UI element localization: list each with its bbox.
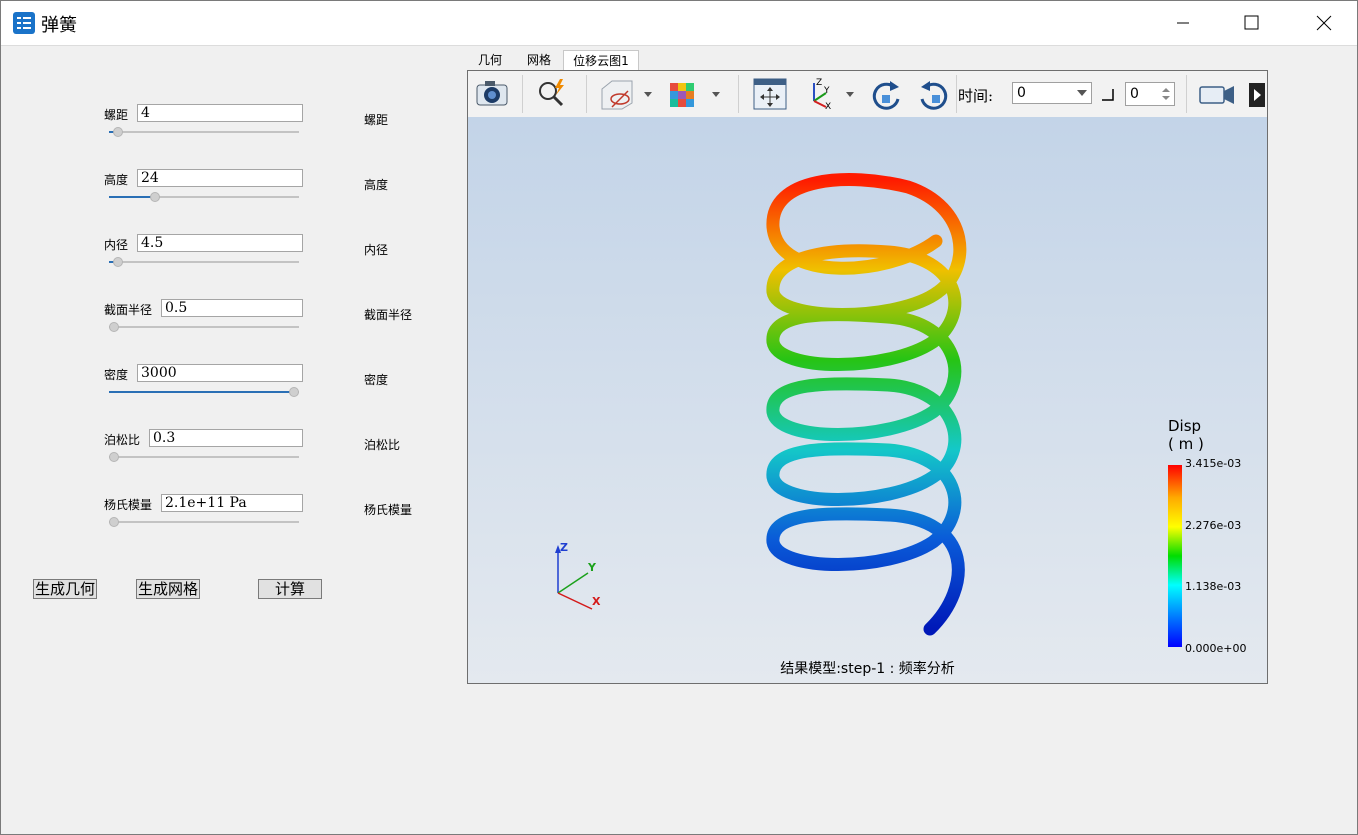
toolbar-separator [738,75,739,113]
poisson-slider[interactable] [109,451,299,463]
tab-geometry[interactable]: 几何 [469,50,511,70]
pitch-label: 螺距 [104,108,129,122]
density-input[interactable]: 3000 [137,364,303,382]
pitch-slider[interactable] [109,126,299,138]
chevron-down-icon [1077,90,1087,96]
close-icon [1316,15,1332,31]
legend-value-min: 0.000e+00 [1185,642,1247,655]
height-input[interactable]: 24 [137,169,303,187]
triad-axes: Z Y X [555,541,601,610]
poisson-side-label: 泊松比 [364,438,401,452]
legend-value-1: 1.138e-03 [1185,580,1242,593]
tab-displacement-contour[interactable]: 位移云图1 [563,50,639,70]
legend-color-bar [1168,465,1182,647]
maximize-icon [1244,15,1259,30]
youngs-modulus-label: 杨氏模量 [104,498,153,512]
toolbar-separator [956,75,957,113]
result-viewer: Z Y X 时间: 0 0 Z Y X Disp (m) 3.415e-03… [467,70,1268,684]
legend-value-2: 2.276e-03 [1185,519,1242,532]
section-radius-label: 截面半径 [104,303,153,317]
step-spinbox[interactable]: 0 [1125,82,1175,106]
generate-mesh-button[interactable]: 生成网格 [136,579,200,599]
youngs-modulus-input[interactable]: 2.1e+11 Pa [161,494,303,512]
zoom-lightning-icon[interactable] [534,77,570,111]
minimize-button[interactable] [1149,1,1217,45]
spring-coil [766,173,967,636]
time-select-value: 0 [1017,85,1026,101]
toolbar-separator [522,75,523,113]
pitch-input[interactable]: 4 [137,104,303,122]
height-slider[interactable] [109,191,299,203]
poisson-input[interactable]: 0.3 [149,429,303,447]
window-title: 弹簧 [41,15,77,36]
title-bar: 弹簧 [1,1,1357,46]
legend-unit: ( m ) [1168,435,1204,453]
step-spinbox-value: 0 [1130,86,1139,102]
cube-color-icon[interactable] [666,77,724,111]
result-caption: 结果模型:step-1 : 频率分析 [780,661,955,677]
density-side-label: 密度 [364,373,389,387]
time-select[interactable]: 0 [1012,82,1092,104]
box-visibility-icon[interactable] [598,77,654,111]
rotate-cw-icon[interactable] [868,77,904,111]
height-side-label: 高度 [364,178,389,192]
density-label: 密度 [104,368,129,382]
checkbox-icon[interactable] [1101,88,1115,102]
video-camera-icon[interactable] [1196,77,1236,111]
camera-icon[interactable] [474,77,510,111]
svg-text:Y: Y [823,86,830,96]
legend-value-max: 3.415e-03 [1185,457,1242,470]
minimize-icon [1177,22,1189,24]
generate-geometry-button[interactable]: 生成几何 [33,579,97,599]
toolbar-separator [1186,75,1187,113]
spin-arrows-icon [1162,88,1170,100]
rotate-ccw-icon[interactable] [916,77,952,111]
axis-x-label: X [592,595,601,608]
app-window: 弹簧 螺距 4 螺距 高度 24 高度 内径 4.5 内径 截面半径 0.5 截… [0,0,1358,835]
axis-z-label: Z [560,541,568,554]
inner-diameter-input[interactable]: 4.5 [137,234,303,252]
viewer-toolbar: Z Y X 时间: 0 0 [468,71,1267,118]
close-button[interactable] [1289,1,1357,45]
axes-xyz-icon[interactable]: Z Y X [804,77,860,111]
density-slider[interactable] [109,386,299,398]
youngs-modulus-slider[interactable] [109,516,299,528]
app-icon [13,12,35,34]
poisson-label: 泊松比 [104,433,141,447]
spring-render: Z Y X [555,173,967,636]
height-label: 高度 [104,173,129,187]
section-radius-input[interactable]: 0.5 [161,299,303,317]
render-canvas[interactable]: Z Y X Disp ( m ) 3.415e-03 2.276e-03 1.1… [468,117,1267,683]
axis-y-label: Y [587,561,597,574]
inner-diameter-side-label: 内径 [364,243,389,257]
time-label: 时间: [958,87,994,105]
svg-text:X: X [825,102,831,111]
maximize-button[interactable] [1217,1,1285,45]
toolbar-overflow-icon[interactable] [1249,83,1265,107]
tab-mesh[interactable]: 网格 [519,50,559,70]
inner-diameter-slider[interactable] [109,256,299,268]
section-radius-side-label: 截面半径 [364,308,413,322]
youngs-modulus-side-label: 杨氏模量 [364,503,413,517]
toolbar-separator [586,75,587,113]
svg-text:Z: Z [816,78,822,88]
legend-title: Disp [1168,417,1202,435]
compute-button[interactable]: 计算 [258,579,322,599]
section-radius-slider[interactable] [109,321,299,333]
pitch-side-label: 螺距 [364,113,389,127]
fit-view-icon[interactable] [752,77,788,111]
inner-diameter-label: 内径 [104,238,129,252]
